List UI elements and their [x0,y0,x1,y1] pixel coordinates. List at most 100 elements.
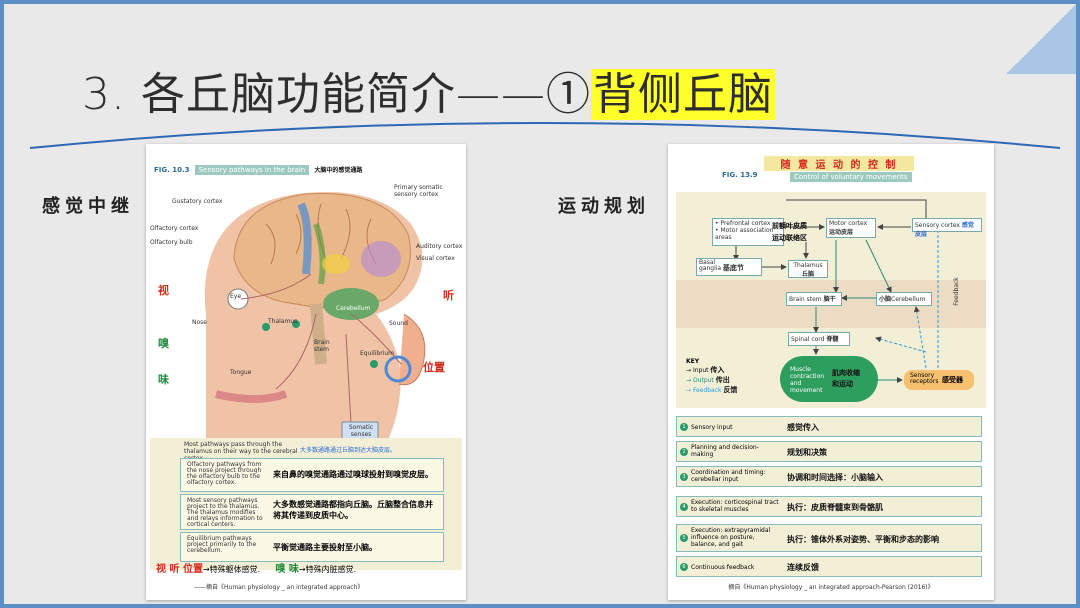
row-5-en: Execution: extrapyramidal influence on p… [691,527,771,548]
row-6-number: 6 [680,563,688,571]
row-2-en: Planning and decision-making [691,444,759,458]
row-3-zh: 协调和时间选择：小脑输入 [787,473,883,482]
node-receptors-zh: 感受器 [942,376,963,384]
label-primary-somatic: Primary somatic sensory cortex [394,184,443,198]
fig1-bottom-a-tail: →特殊躯体感觉. [202,565,261,574]
fig1-note-zh: 大多数通路通过丘脑到达大脑皮层。 [300,447,397,454]
key-feedback-zh: 反馈 [723,386,738,394]
figure-sensory-pathways: FIG. 10.3 Sensory pathways in the brain … [146,144,466,600]
row-3-number: 3 [680,473,688,481]
label-visual: Visual cortex [416,255,455,262]
label-thalamus: Thalamus [268,318,298,325]
fig1-notes: Most pathways pass through the thalamus … [150,438,462,570]
fig2-row-3: 3 Coordination and timing: cerebellar inp… [676,466,982,487]
key-output-en: Output [692,377,714,384]
row-4-number: 4 [680,503,688,511]
fig2-row-2: 2 Planning and decision-making 规划和决策 [676,441,982,462]
key-output: → Output 传出 [686,376,730,384]
fig2-diagram: • Prefrontal cortex • Motor association … [676,192,986,408]
row-3-en: Coordination and timing: cerebellar inpu… [691,469,766,483]
feedback-label: Feedback [952,277,960,306]
fig1-source: ——摘自《Human physiology _ an integrated ap… [194,584,364,591]
node-sensory: Sensory cortex 感觉皮层 [912,218,982,238]
label-cerebellum: Cerebellum [336,305,371,312]
row-5-number: 5 [680,534,688,542]
slide: 3. 各丘脑功能简介——①背侧丘脑 感觉中继 运动规划 FIG. 10.3 Se… [0,0,1080,608]
right-label: 运动规划 [558,196,650,217]
node-motor: Motor cortex 运动皮层 [826,218,876,238]
row-4-en: Execution: corticospinal tract to skelet… [691,499,779,513]
node-basal-zh: 基底节 [722,264,744,272]
label-auditory: Auditory cortex [416,243,463,250]
fig1-bottom-b-tail: →特殊内脏感觉. [298,565,357,574]
label-equilibrium: Equilibrium [360,350,394,357]
node-motor-zh: 运动皮层 [829,229,854,236]
key-input-zh: 传入 [710,366,725,374]
fig1-item-3: Equilibrium pathways project primarily t… [180,532,444,562]
node-spinal-en: Spinal cord [791,336,825,343]
fig1-bottom-a: 视 听 位置 [156,564,203,575]
label-eye: Eye [230,293,242,300]
node-muscle: Muscle contraction and movement 肌肉收缩 和运动 [780,356,878,402]
row-2-number: 2 [680,448,688,456]
node-thalamus: Thalamus 丘脑 [788,260,828,278]
label-hear: 听 [443,289,454,302]
fig2-row-6: 6 Continuous feedback 连续反馈 [676,556,982,577]
label-sound: Sound [389,320,408,327]
node-receptors: Sensory receptors 感受器 [904,370,974,390]
figure-voluntary-movements: 随 意 运 动 的 控 制 FIG. 13.9 Control of volun… [668,144,994,600]
label-see: 视 [158,284,169,297]
label-position: 位置 [423,361,445,374]
label-gustatory: Gustatory cortex [172,198,223,205]
fig2-caption-en: Control of voluntary movements [790,172,912,182]
row-1-en: Sensory input [691,424,733,431]
left-label: 感觉中继 [42,196,134,217]
label-taste: 味 [158,373,169,386]
label-brain-stem: Brain stem [314,339,330,353]
node-cerebellum-zh: 小脑 [879,296,892,303]
row-5-zh: 执行：锥体外系对姿势、平衡和步态的影响 [787,535,939,544]
label-nose: Nose [192,319,207,326]
node-sensory-en: Sensory cortex [915,222,960,229]
fig2-title-zh: 随 意 运 动 的 控 制 [764,156,914,171]
fig2-row-5: 5 Execution: extrapyramidal influence on … [676,524,982,552]
fig1-bottom-line: 视 听 位置→特殊躯体感觉. 嗅 味→特殊内脏感觉. [156,560,356,575]
row-6-en: Continuous feedback [691,564,755,571]
node-spinal-zh: 脊髓 [826,336,839,343]
key-feedback-en: Feedback [692,387,722,394]
label-smell: 嗅 [158,337,169,350]
key-title: KEY [686,358,700,365]
node-spinal: Spinal cord 脊髓 [788,332,850,346]
key-input-en: Input [692,367,709,374]
node-receptors-en: Sensory receptors [910,372,939,385]
row-6-zh: 连续反馈 [787,563,819,572]
label-olfactory-cortex: Olfactory cortex [150,225,199,232]
node-basal-en: Basal ganglia [699,259,722,272]
node-cerebellum: 小脑Cerebellum [876,292,932,306]
fig1-item-3-zh: 平衡觉通路主要投射至小脑。 [273,543,377,552]
node-motor-en: Motor cortex [829,220,868,227]
fig1-item-3-en: Equilibrium pathways project primarily t… [187,535,257,554]
node-muscle-en: Muscle contraction and movement [790,366,825,394]
node-brainstem-zh: 脑干 [823,296,836,303]
fig2-source: 摘自《Human physiology _ an integrated appr… [728,584,934,591]
fig1-item-1: Olfactory pathways from the nose project… [180,458,444,492]
fig1-item-1-zh: 来自鼻的嗅觉通路通过嗅球投射到嗅觉皮层。 [273,470,433,479]
row-4-zh: 执行：皮质脊髓束到骨骼肌 [787,503,883,512]
fig1-item-2-en: Most sensory pathways project to the tha… [187,497,263,528]
node-prefrontal-zh: 前额叶皮质 运动联络区 [772,222,807,242]
node-thalamus-zh: 丘脑 [801,271,814,278]
key-feedback: ⇢ Feedback 反馈 [686,386,738,394]
fig2-row-1: 1 Sensory input 感觉传入 [676,416,982,437]
fig2-key: KEY → Input 传入 → Output 传出 ⇢ Feedback 反馈 [686,358,737,395]
key-output-zh: 传出 [715,376,730,384]
node-cerebellum-en: Cerebellum [891,296,926,303]
fig1-bottom-b: 嗅 味 [275,564,299,575]
row-1-zh: 感觉传入 [787,423,819,432]
node-muscle-zh: 肌肉收缩 和运动 [832,369,860,388]
label-olfactory-bulb: Olfactory bulb [150,239,193,246]
row-1-number: 1 [680,423,688,431]
node-thalamus-en: Thalamus [793,262,823,269]
node-brainstem: Brain stem 脑干 [786,292,842,306]
row-2-zh: 规划和决策 [787,448,827,457]
